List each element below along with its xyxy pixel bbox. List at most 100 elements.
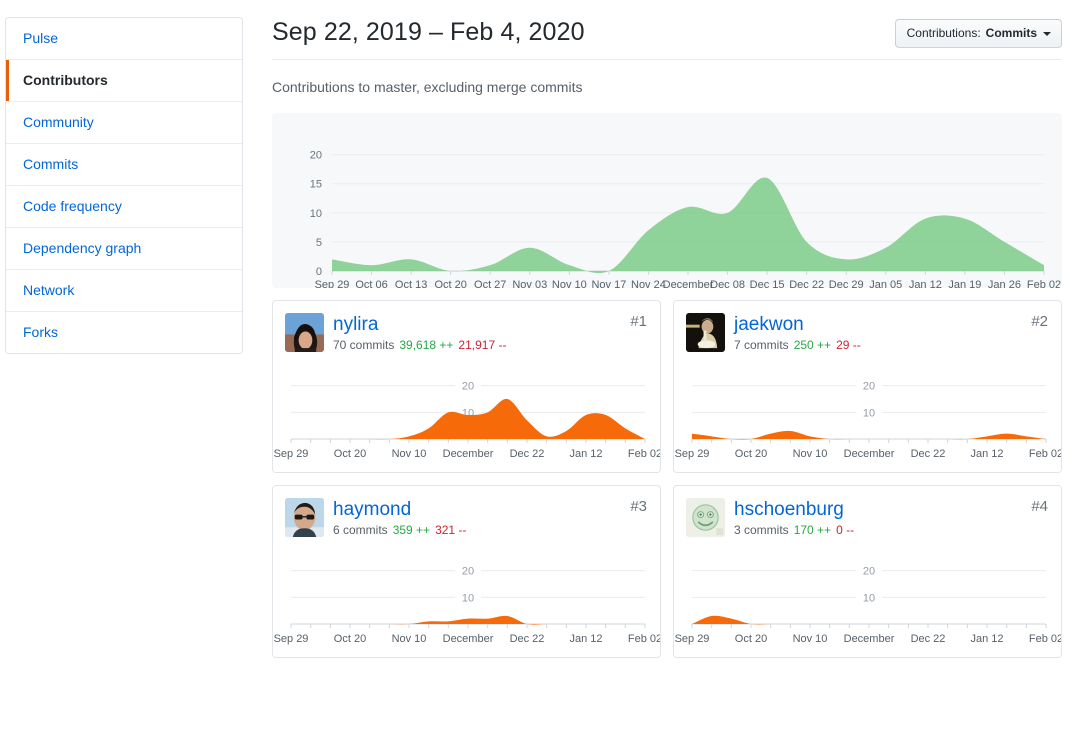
jaekwon-chart[interactable]: 10 20 Sep 29 Oct 20 Nov 10 December Dec 22 Jan … [674,363,1061,472]
dropdown-selected-value: Commits [985,26,1037,40]
contributor-commits-area [291,615,645,625]
commit-count[interactable]: 7 commits [734,338,789,352]
contributions-type-dropdown[interactable]: Contributions: Commits [894,19,1062,48]
avatar[interactable] [285,498,324,537]
contributor-commits-area [291,398,645,440]
avatar[interactable] [285,313,324,352]
x-axis-tick-label: Jan 05 [869,279,902,288]
x-axis-tick-label: Feb 02 [1029,448,1061,460]
contributor-card-grid: nylira 70 commits 39,618 ++ 21,917 -- #1 10 20… [272,300,1062,658]
contributor-card-header: jaekwon 7 commits 250 ++ 29 -- #2 [674,301,1061,363]
deletions-count: 21,917 -- [458,338,507,352]
x-axis-tick-label: Dec 22 [911,448,946,460]
contributor-stats: 6 commits 359 ++ 321 -- [333,522,466,538]
contributor-name-link[interactable]: nylira [333,314,506,336]
y-axis-tick-label: 20 [462,566,474,578]
x-axis-tick-label: Oct 20 [334,448,366,460]
x-axis-tick-label: Oct 27 [474,279,506,288]
avatar[interactable] [686,498,725,537]
y-axis-tick-label: 10 [863,592,875,604]
commit-count[interactable]: 70 commits [333,338,394,352]
sidebar-item-label: Community [23,114,94,130]
x-axis-tick-label: Oct 20 [735,633,767,645]
avatar[interactable] [686,313,725,352]
x-axis-tick-label: December [443,633,494,645]
chevron-down-icon [1043,32,1051,36]
commit-count[interactable]: 6 commits [333,523,388,537]
nylira-chart[interactable]: 10 20 Sep 29 Oct 20 Nov 10 December Dec 22 Jan … [273,363,660,472]
x-axis-tick-label: Dec 22 [789,279,824,288]
y-axis-tick-label: 20 [863,381,875,393]
x-axis-tick-label: Oct 20 [334,633,366,645]
sidebar-item-network[interactable]: Network [6,270,242,312]
x-axis-tick-label: Oct 06 [355,279,387,288]
deletions-count: 0 -- [836,523,855,537]
contributor-commits-area [692,430,1046,440]
sidebar-item-pulse[interactable]: Pulse [6,18,242,60]
hschoenburg-chart[interactable]: 10 20 Sep 29 Oct 20 Nov 10 December Dec 22 Jan … [674,548,1061,657]
x-axis-tick-label: Dec 22 [510,448,545,460]
jaekwon-chart-svg: 10 20 Sep 29 Oct 20 Nov 10 December Dec 22 Jan … [675,381,1061,460]
x-axis-tick-label: December [443,448,494,460]
contributor-card-header: haymond 6 commits 359 ++ 321 -- #3 [273,486,660,548]
haymond-chart-svg: 10 20 Sep 29 Oct 20 Nov 10 December Dec 22 Jan … [274,566,660,645]
x-axis-tick-label: Nov 10 [392,448,427,460]
y-axis-tick-label: 10 [462,592,474,604]
x-axis-tick-label: Nov 10 [793,448,828,460]
contributor-name-link[interactable]: hschoenburg [734,499,854,521]
sidebar-item-community[interactable]: Community [6,102,242,144]
x-axis-tick-label: Jan 26 [988,279,1021,288]
x-axis-tick-label: December [844,448,895,460]
additions-count: 170 ++ [793,523,832,537]
additions-count: 39,618 ++ [399,338,454,352]
x-axis-tick-label: Nov 10 [392,633,427,645]
contributor-card: nylira 70 commits 39,618 ++ 21,917 -- #1 10 20… [272,300,661,473]
x-axis-tick-label: Dec 29 [829,279,864,288]
page-title: Sep 22, 2019 – Feb 4, 2020 [272,18,585,46]
sidebar-item-label: Dependency graph [23,240,142,256]
commit-count[interactable]: 3 commits [734,523,789,537]
contributor-name-link[interactable]: haymond [333,499,466,521]
sidebar-item-forks[interactable]: Forks [6,312,242,353]
contributor-rank: #3 [630,498,647,515]
sidebar-item-code-frequency[interactable]: Code frequency [6,186,242,228]
x-axis-tick-label: Nov 24 [631,279,666,288]
x-axis-tick-label: Dec 15 [750,279,785,288]
sidebar-item-label: Contributors [23,72,108,88]
contributor-name-link[interactable]: jaekwon [734,314,861,336]
contributor-rank: #2 [1031,313,1048,330]
sidebar-item-contributors[interactable]: Contributors [6,60,242,102]
overall-commits-chart-svg: 0 5 10 15 20 Sep 29 Oct 06 Oct 13 Oct 20 Oct 27 No… [310,150,1061,288]
x-axis-tick-label: Nov 10 [793,633,828,645]
sidebar-item-commits[interactable]: Commits [6,144,242,186]
haymond-chart[interactable]: 10 20 Sep 29 Oct 20 Nov 10 December Dec 22 Jan … [273,548,660,657]
x-axis-tick-label: December [663,279,714,288]
x-axis-tick-label: Sep 29 [315,279,350,288]
page-header: Sep 22, 2019 – Feb 4, 2020 Contributions… [272,17,1062,60]
main-content: Sep 22, 2019 – Feb 4, 2020 Contributions… [272,17,1062,658]
insights-sidebar: Pulse Contributors Community Commits Code fr… [5,17,243,354]
contributor-card-header: nylira 70 commits 39,618 ++ 21,917 -- #1 [273,301,660,363]
sidebar-item-dependency-graph[interactable]: Dependency graph [6,228,242,270]
x-axis-tick-label: Nov 17 [591,279,626,288]
sidebar-item-label: Forks [23,324,58,340]
sidebar-item-label: Pulse [23,30,59,46]
x-axis-tick-label: Jan 12 [970,633,1003,645]
dropdown-prefix-label: Contributions: [906,26,981,40]
x-axis-tick-label: Jan 12 [569,633,602,645]
x-axis-tick-label: Jan 12 [569,448,602,460]
x-axis-tick-label: Jan 12 [970,448,1003,460]
contributor-card: haymond 6 commits 359 ++ 321 -- #3 10 20 Sep 29… [272,485,661,658]
overall-commits-chart[interactable]: 0 5 10 15 20 Sep 29 Oct 06 Oct 13 Oct 20 Oct 27 No… [272,113,1062,288]
contributors-page: Pulse Contributors Community Commits Code fr… [0,0,1080,741]
contributions-subtitle: Contributions to master, excluding merge… [272,79,583,95]
y-axis-tick-label: 20 [310,150,322,162]
contributor-meta: haymond 6 commits 359 ++ 321 -- [333,498,466,538]
y-axis-tick-label: 0 [316,266,322,278]
contributor-card: hschoenburg 3 commits 170 ++ 0 -- #4 10 20 Sep … [673,485,1062,658]
contributor-rank: #1 [630,313,647,330]
contributor-meta: hschoenburg 3 commits 170 ++ 0 -- [734,498,854,538]
x-axis-tick-label: Feb 02 [1029,633,1061,645]
contributor-stats: 3 commits 170 ++ 0 -- [734,522,854,538]
contributor-card: jaekwon 7 commits 250 ++ 29 -- #2 10 20 Sep 29 O… [673,300,1062,473]
